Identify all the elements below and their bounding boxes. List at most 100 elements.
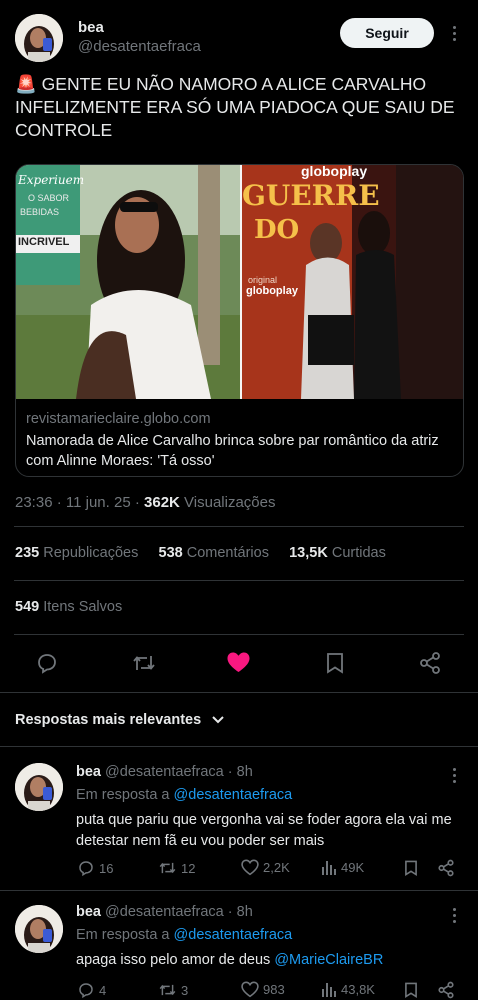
reply-comment-action[interactable]: 4: [77, 981, 106, 999]
left-sign-text: O SABOR: [28, 193, 70, 203]
more-icon[interactable]: [447, 24, 461, 42]
reply-repost-count: 12: [181, 860, 196, 876]
author-name[interactable]: bea: [78, 19, 104, 36]
reply-like-count: 2,2K: [263, 860, 290, 875]
share-icon[interactable]: [437, 859, 455, 877]
follow-button[interactable]: Seguir: [340, 18, 434, 48]
left-sign-text: INCRIVEL: [18, 236, 70, 248]
reposts-stat[interactable]: 235 Republicações: [15, 545, 138, 561]
reply-header: bea @desatentaefraca · 8h: [76, 764, 253, 780]
reply-comment-action[interactable]: 16: [77, 859, 113, 877]
reply-text: puta que pariu que vergonha vai se foder…: [76, 810, 468, 852]
chevron-down-icon: [211, 715, 225, 725]
reply-text-line: puta que pariu que vergonha vai se foder…: [76, 812, 452, 828]
comment-icon[interactable]: [35, 651, 59, 675]
reply-to-handle[interactable]: @desatentaefraca: [174, 927, 293, 943]
right-sign-text: GUERRE: [242, 179, 380, 212]
reply-author-name[interactable]: bea: [76, 904, 101, 920]
post-text-line: INFELIZMENTE ERA SÓ UMA PIADOCA QUE SAIU…: [15, 97, 455, 117]
author-avatar[interactable]: [15, 14, 63, 62]
saved-stat[interactable]: 549 Itens Salvos: [15, 599, 122, 615]
bookmark-icon[interactable]: [403, 859, 419, 877]
reply-to-handle[interactable]: @desatentaefraca: [174, 787, 293, 803]
bookmark-icon[interactable]: [324, 651, 346, 675]
post-text-line: GENTE EU NÃO NAMORO A ALICE CARVALHO: [41, 74, 427, 94]
divider: [14, 580, 464, 581]
reply-views-count: 49K: [341, 860, 365, 875]
reply-mention[interactable]: @MarieClaireBR: [274, 952, 383, 968]
reply-to: Em resposta a @desatentaefraca: [76, 927, 292, 943]
replies-sort-label: Respostas mais relevantes: [15, 712, 202, 728]
replies-sort-dropdown[interactable]: Respostas mais relevantes: [15, 712, 225, 728]
reply-like-action[interactable]: 983: [241, 981, 285, 998]
more-icon[interactable]: [447, 766, 461, 784]
reply-comment-count: 4: [99, 982, 107, 998]
reply-to-prefix: Em resposta a: [76, 927, 170, 943]
reply-repost-action[interactable]: 3: [158, 981, 188, 999]
more-icon[interactable]: [447, 906, 461, 924]
bookmark-icon[interactable]: [403, 981, 419, 999]
reply-author-handle[interactable]: @desatentaefraca: [105, 764, 224, 780]
right-sign-text: globoplay: [246, 285, 298, 297]
reply-text-line: detestar nem fã eu vou poder ser mais: [76, 833, 325, 849]
views-label: Visualizações: [184, 494, 276, 511]
reposts-count: 235: [15, 545, 40, 561]
comment-icon: [77, 981, 95, 999]
post-time[interactable]: 23:36: [15, 494, 53, 511]
views-count: 362K: [144, 494, 180, 511]
link-card-title-line: Namorada de Alice Carvalho brinca sobre …: [26, 433, 439, 449]
repost-icon: [158, 981, 177, 999]
reply-repost-count: 3: [181, 982, 189, 998]
share-icon[interactable]: [437, 981, 455, 999]
comments-count: 538: [158, 545, 183, 561]
reply-item[interactable]: bea @desatentaefraca · 8h Em resposta a …: [0, 747, 478, 890]
reply-repost-action[interactable]: 12: [158, 859, 195, 877]
divider: [14, 634, 464, 635]
repost-icon: [158, 859, 177, 877]
left-sign-text: BEBIDAS: [20, 207, 60, 217]
heart-icon: [241, 859, 259, 876]
engagement-stats: 235 Republicações 538 Comentários 13,5K …: [15, 545, 386, 561]
divider: [14, 526, 464, 527]
comments-stat[interactable]: 538 Comentários: [159, 545, 269, 561]
reply-views-action[interactable]: 43,8K: [321, 981, 375, 998]
views-icon: [321, 981, 337, 998]
reply-avatar[interactable]: [15, 905, 63, 953]
link-card-domain: revistamarieclaire.globo.com: [26, 411, 211, 427]
post-meta: 23:36 · 11 jun. 25 · 362K Visualizações: [15, 494, 276, 511]
right-sign-text: original: [248, 275, 278, 285]
author-handle[interactable]: @desatentaefraca: [78, 38, 201, 55]
comments-label: Comentários: [186, 545, 269, 561]
likes-stat[interactable]: 13,5K Curtidas: [289, 545, 386, 561]
views-icon: [321, 859, 337, 876]
heart-icon[interactable]: [226, 651, 251, 674]
reply-author-handle[interactable]: @desatentaefraca: [105, 904, 224, 920]
reply-item[interactable]: bea @desatentaefraca · 8h Em resposta a …: [0, 891, 478, 1000]
likes-label: Curtidas: [331, 545, 386, 561]
saved-label: Itens Salvos: [43, 599, 123, 615]
reply-author-name[interactable]: bea: [76, 764, 101, 780]
reply-time[interactable]: 8h: [237, 904, 253, 920]
repost-icon[interactable]: [131, 651, 157, 675]
reply-header: bea @desatentaefraca · 8h: [76, 904, 253, 920]
link-card-image[interactable]: Experiuem O SABOR BEBIDAS INCRIVEL globo…: [16, 165, 463, 399]
heart-icon: [241, 981, 259, 998]
right-sign-text: globoplay: [301, 165, 368, 179]
reposts-label: Republicações: [43, 545, 139, 561]
likes-count: 13,5K: [289, 545, 328, 561]
reply-to-prefix: Em resposta a: [76, 787, 170, 803]
share-icon[interactable]: [418, 651, 442, 675]
reply-views-action[interactable]: 49K: [321, 859, 364, 876]
link-card-title-line: com Alinne Moraes: 'Tá osso': [26, 453, 215, 469]
siren-emoji: 🚨: [15, 74, 37, 94]
reply-avatar[interactable]: [15, 763, 63, 811]
reply-views-count: 43,8K: [341, 982, 375, 997]
link-card-title: Namorada de Alice Carvalho brinca sobre …: [26, 431, 458, 471]
post-date[interactable]: 11 jun. 25: [66, 494, 131, 511]
reply-like-action[interactable]: 2,2K: [241, 859, 290, 876]
reply-text: apaga isso pelo amor de deus @MarieClair…: [76, 950, 468, 971]
reply-like-count: 983: [263, 982, 285, 997]
link-card[interactable]: Experiuem O SABOR BEBIDAS INCRIVEL globo…: [15, 164, 464, 477]
reply-to: Em resposta a @desatentaefraca: [76, 787, 292, 803]
reply-time[interactable]: 8h: [237, 764, 253, 780]
